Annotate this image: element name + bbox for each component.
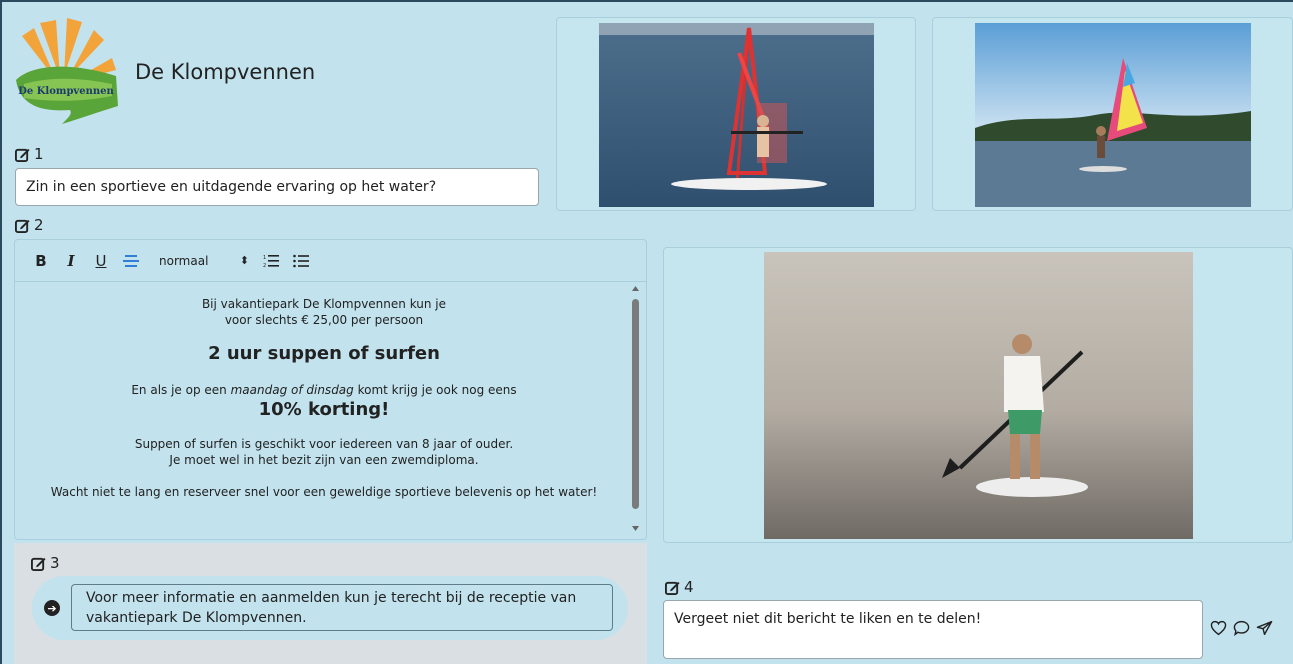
field4-number: 4 <box>684 578 694 596</box>
info-pill: ➔ Voor meer informatie en aanmelden kun … <box>32 576 628 640</box>
logo-text: De Klompvennen <box>18 86 114 97</box>
content-line: En als je op een maandag of dinsdag komt… <box>15 382 633 398</box>
italic-button[interactable]: I <box>63 252 79 270</box>
bullet-list-icon <box>293 254 309 267</box>
content-line: Je moet wel in het bezit zijn van een zw… <box>169 453 479 467</box>
align-center-icon <box>123 254 139 267</box>
editor-content[interactable]: Bij vakantiepark De Klompvennen kun je v… <box>15 283 633 540</box>
heart-icon[interactable] <box>1210 620 1227 636</box>
editor-scrollbar[interactable] <box>629 283 642 535</box>
windsurf-photo-2 <box>975 23 1251 207</box>
photo-card-2 <box>932 17 1293 211</box>
ordered-list-button[interactable]: 1 2 <box>263 254 279 268</box>
field2-number: 2 <box>34 216 44 234</box>
content-text: komt krijg je ook nog eens <box>353 383 517 397</box>
select-arrows-icon: ⬍ <box>239 254 249 267</box>
field1-label: 1 <box>15 145 44 163</box>
brand-logo: De Klompvennen <box>12 18 124 126</box>
sup-photo <box>764 252 1193 539</box>
send-icon[interactable] <box>1256 620 1273 636</box>
field3-number: 3 <box>50 554 60 572</box>
content-line: Suppen of surfen is geschikt voor iedere… <box>134 437 514 451</box>
field2-label: 2 <box>15 216 44 234</box>
photo-card-1 <box>556 17 916 211</box>
field3-input[interactable]: Voor meer informatie en aanmelden kun je… <box>71 584 613 631</box>
field3-section: 3 ➔ Voor meer informatie en aanmelden ku… <box>14 543 647 664</box>
comment-icon[interactable] <box>1233 620 1250 636</box>
content-heading: 2 uur suppen of surfen <box>208 343 440 364</box>
field4-input[interactable]: Vergeet niet dit bericht te liken en te … <box>663 600 1203 659</box>
edit-icon[interactable] <box>31 556 46 571</box>
content-line: voor slechts € 25,00 per persoon <box>224 313 424 327</box>
svg-text:2: 2 <box>263 263 266 268</box>
field3-label: 3 <box>31 554 60 572</box>
edit-icon[interactable] <box>15 218 30 233</box>
social-actions <box>1210 620 1273 636</box>
content-emphasis: maandag of dinsdag <box>230 383 354 397</box>
brand-name: De Klompvennen <box>135 60 316 84</box>
font-size-select[interactable]: normaal ⬍ <box>159 254 249 268</box>
field4-label: 4 <box>665 578 694 596</box>
align-center-button[interactable] <box>123 254 139 268</box>
underline-button[interactable]: U <box>93 252 109 270</box>
content-line: Wacht niet te lang en reserveer snel voo… <box>50 485 598 499</box>
edit-icon[interactable] <box>665 580 680 595</box>
svg-text:1: 1 <box>263 255 266 261</box>
editor-toolbar: B I U normaal ⬍ 1 2 <box>15 240 646 282</box>
arrow-right-icon: ➔ <box>44 600 60 616</box>
content-text: En als je op een <box>131 383 231 397</box>
windsurf-photo-1 <box>599 23 874 207</box>
field1-number: 1 <box>34 145 44 163</box>
content-line: Bij vakantiepark De Klompvennen kun je <box>201 297 447 311</box>
bullet-list-button[interactable] <box>293 254 309 268</box>
font-size-value: normaal <box>159 253 209 268</box>
content-heading: 10% korting! <box>258 399 390 420</box>
field1-input[interactable]: Zin in een sportieve en uitdagende ervar… <box>15 168 539 206</box>
bold-button[interactable]: B <box>33 252 49 270</box>
rich-text-editor[interactable]: B I U normaal ⬍ 1 2 Bij vakantiepark De … <box>14 239 647 540</box>
photo-card-3 <box>663 247 1293 543</box>
edit-icon[interactable] <box>15 147 30 162</box>
ordered-list-icon: 1 2 <box>263 254 279 268</box>
